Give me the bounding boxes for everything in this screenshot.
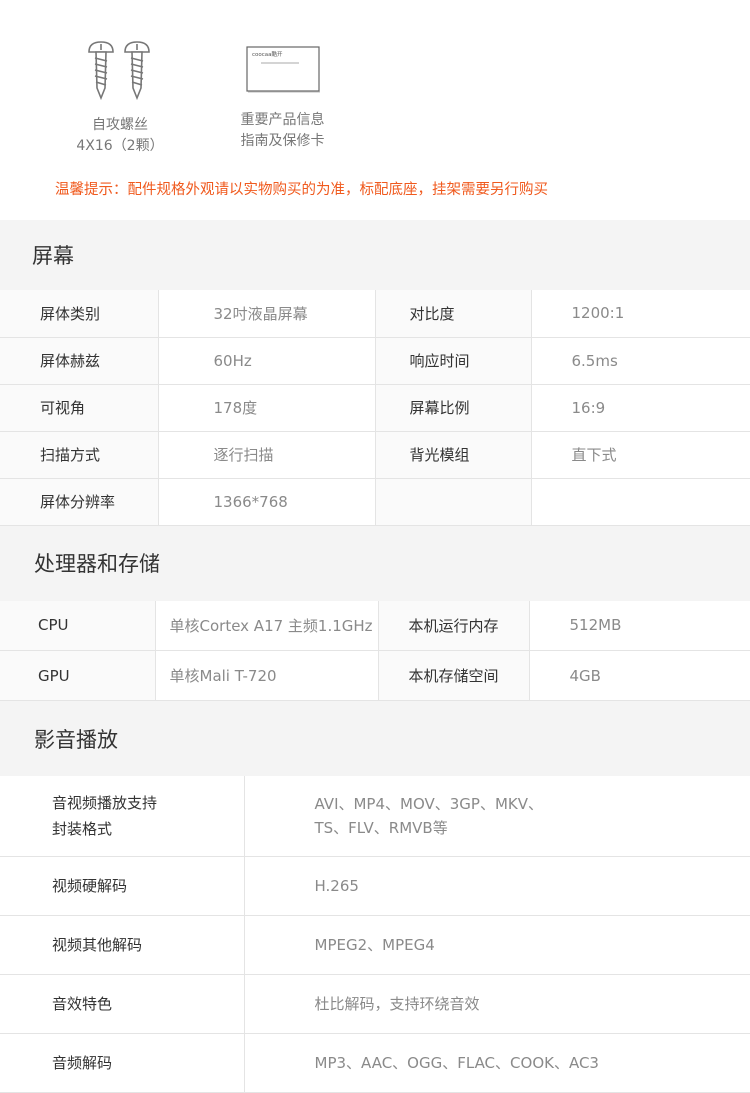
spec-label: 视频其他解码 xyxy=(0,915,245,975)
screws-label: 自攻螺丝 xyxy=(92,117,148,133)
spec-row: 屏体类别 32吋液晶屏幕 对比度 1200:1 xyxy=(0,290,750,338)
spec-label: 音频解码 xyxy=(0,1033,245,1093)
card-label-line2: 指南及保修卡 xyxy=(240,133,325,149)
spec-label: 音效特色 xyxy=(0,974,245,1034)
screw-icon xyxy=(55,40,185,109)
spec-row: 视频硬解码 H.265 xyxy=(0,856,750,916)
spec-row: 屏体赫兹 60Hz 响应时间 6.5ms xyxy=(0,337,750,385)
card-brand-text: coocaa酷开 xyxy=(252,50,283,58)
accessory-notice: 温馨提示：配件规格外观请以实物购买的为准，标配底座，挂架需要另行购买 xyxy=(55,182,548,198)
spec-value: 单核Cortex A17 主频1.1GHz xyxy=(155,600,379,651)
spec-row: 可视角 178度 屏幕比例 16:9 xyxy=(0,384,750,432)
spec-row: 扫描方式 逐行扫描 背光模组 直下式 xyxy=(0,431,750,479)
spec-label: 屏幕比例 xyxy=(375,384,532,432)
spec-label: 音视频播放支持 封装格式 xyxy=(0,776,245,857)
section-title-media: 影音播放 xyxy=(0,701,750,776)
media-spec-table: 音视频播放支持 封装格式 AVI、MP4、MOV、3GP、MKV、 TS、FLV、… xyxy=(0,776,750,1093)
spec-value: H.265 xyxy=(244,856,750,916)
spec-row: GPU 单核Mali T-720 本机存储空间 4GB xyxy=(0,650,750,701)
spec-label: 本机运行内存 xyxy=(378,600,530,651)
spec-value: 直下式 xyxy=(531,431,750,479)
screws-spec: 4X16（2颗） xyxy=(76,138,164,154)
section-title-screen: 屏幕 xyxy=(0,220,750,290)
spec-value: 1366*768 xyxy=(158,478,376,526)
spec-row: 视频其他解码 MPEG2、MPEG4 xyxy=(0,915,750,975)
warranty-card-icon: coocaa酷开 xyxy=(210,45,355,104)
spec-value: 178度 xyxy=(158,384,376,432)
processor-spec-table: CPU 单核Cortex A17 主频1.1GHz 本机运行内存 512MB GPU 单核… xyxy=(0,600,750,701)
spec-label: 视频硬解码 xyxy=(0,856,245,916)
accessories-section: 自攻螺丝 4X16（2颗） coocaa酷开 重要产品信息 指南及保修卡 温馨提… xyxy=(0,0,750,220)
spec-value xyxy=(531,478,750,526)
spec-value: AVI、MP4、MOV、3GP、MKV、 TS、FLV、RMVB等 xyxy=(244,776,750,857)
spec-row: CPU 单核Cortex A17 主频1.1GHz 本机运行内存 512MB xyxy=(0,600,750,651)
spec-label: 本机存储空间 xyxy=(378,650,530,701)
spec-label: 屏体赫兹 xyxy=(0,337,159,385)
spec-label: 屏体类别 xyxy=(0,290,159,338)
spec-value: 1200:1 xyxy=(531,290,750,338)
screen-spec-table: 屏体类别 32吋液晶屏幕 对比度 1200:1 屏体赫兹 60Hz 响应时间 6.5ms 可视角… xyxy=(0,290,750,526)
spec-value: MPEG2、MPEG4 xyxy=(244,915,750,975)
spec-label: CPU xyxy=(0,600,156,651)
spec-value: 4GB xyxy=(529,650,750,701)
card-label-line1: 重要产品信息 xyxy=(240,112,325,128)
spec-label: 背光模组 xyxy=(375,431,532,479)
screws-accessory: 自攻螺丝 4X16（2颗） xyxy=(55,40,185,157)
spec-value: 单核Mali T-720 xyxy=(155,650,379,701)
spec-value: 512MB xyxy=(529,600,750,651)
spec-label: 可视角 xyxy=(0,384,159,432)
spec-label: 屏体分辨率 xyxy=(0,478,159,526)
spec-value: 60Hz xyxy=(158,337,376,385)
spec-row: 音频解码 MP3、AAC、OGG、FLAC、COOK、AC3 xyxy=(0,1033,750,1093)
spec-value: 杜比解码，支持环绕音效 xyxy=(244,974,750,1034)
section-title-processor: 处理器和存储 xyxy=(0,525,750,601)
spec-label: GPU xyxy=(0,650,156,701)
spec-row: 音效特色 杜比解码，支持环绕音效 xyxy=(0,974,750,1034)
spec-value: 16:9 xyxy=(531,384,750,432)
spec-value: 32吋液晶屏幕 xyxy=(158,290,376,338)
spec-label: 对比度 xyxy=(375,290,532,338)
spec-value: 逐行扫描 xyxy=(158,431,376,479)
spec-row: 屏体分辨率 1366*768 xyxy=(0,478,750,526)
spec-label: 扫描方式 xyxy=(0,431,159,479)
spec-label xyxy=(375,478,532,526)
warranty-card-accessory: coocaa酷开 重要产品信息 指南及保修卡 xyxy=(210,45,355,152)
spec-label: 响应时间 xyxy=(375,337,532,385)
spec-row: 音视频播放支持 封装格式 AVI、MP4、MOV、3GP、MKV、 TS、FLV、… xyxy=(0,776,750,857)
spec-value: 6.5ms xyxy=(531,337,750,385)
spec-value: MP3、AAC、OGG、FLAC、COOK、AC3 xyxy=(244,1033,750,1093)
